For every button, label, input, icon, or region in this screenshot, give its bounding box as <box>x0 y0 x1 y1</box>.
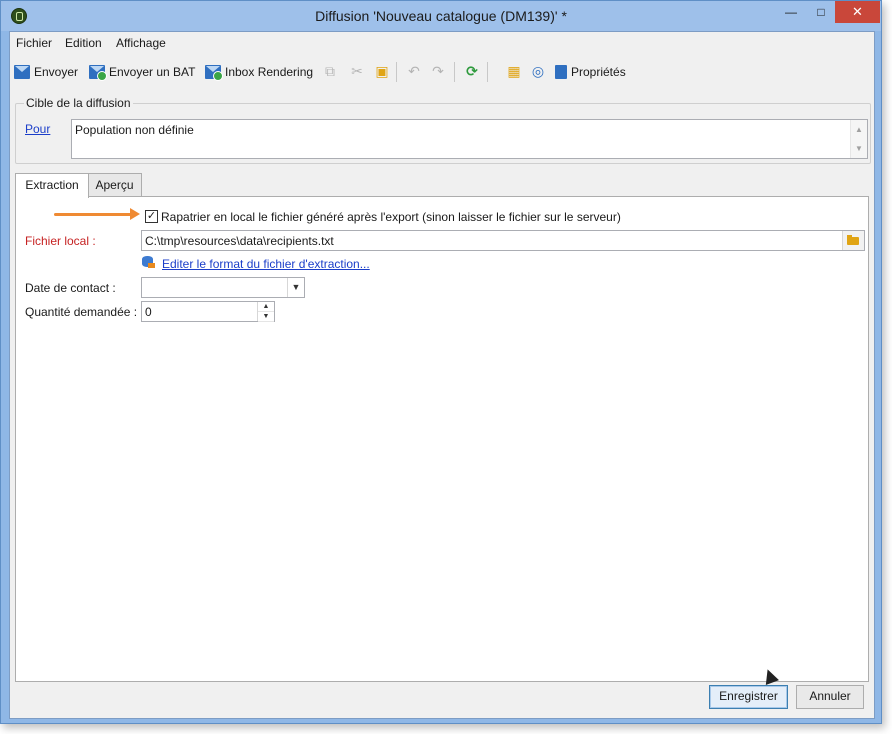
send-button[interactable]: Envoyer <box>14 63 78 81</box>
retrieve-local-label: Rapatrier en local le fichier généré apr… <box>161 210 621 224</box>
maximize-button[interactable]: □ <box>807 1 835 23</box>
folder-icon[interactable] <box>842 231 864 250</box>
spin-down-icon[interactable]: ▼ <box>258 312 274 322</box>
local-file-value: C:\tmp\resources\data\recipients.txt <box>145 234 334 248</box>
toolbar: Envoyer Envoyer un BAT Inbox Rendering ⧉… <box>10 56 874 86</box>
title-bar[interactable]: Diffusion 'Nouveau catalogue (DM139)' * … <box>1 1 881 31</box>
chevron-down-icon[interactable]: ▼ <box>287 278 304 297</box>
orange-arrow <box>54 208 140 220</box>
close-button[interactable]: ✕ <box>835 1 880 23</box>
save-button[interactable]: Enregistrer <box>709 685 788 709</box>
envelope-icon <box>14 65 30 79</box>
minimize-button[interactable]: — <box>777 1 805 23</box>
inbox-rendering-label: Inbox Rendering <box>225 65 314 79</box>
window: Diffusion 'Nouveau catalogue (DM139)' * … <box>0 0 882 724</box>
send-bat-label: Envoyer un BAT <box>109 65 196 79</box>
cancel-button[interactable]: Annuler <box>796 685 864 709</box>
spin-buttons[interactable]: ▲ ▼ <box>257 302 274 322</box>
menu-edition[interactable]: Edition <box>65 36 102 50</box>
contact-date-label: Date de contact : <box>25 281 116 295</box>
scroll-down-icon[interactable]: ▼ <box>851 139 867 158</box>
edit-format-link[interactable]: Editer le format du fichier d'extraction… <box>162 257 370 271</box>
spin-up-icon[interactable]: ▲ <box>258 302 274 312</box>
redo-icon[interactable]: ↷ <box>431 64 445 78</box>
contact-date-combo[interactable]: ▼ <box>141 277 305 298</box>
properties-label: Propriétés <box>571 65 626 79</box>
send-bat-button[interactable]: Envoyer un BAT <box>89 63 195 81</box>
cut-icon[interactable]: ✂ <box>350 64 364 78</box>
toolbar-separator <box>487 62 488 82</box>
paste-icon[interactable]: ▣ <box>375 64 389 78</box>
refresh-icon[interactable]: ⟳ <box>465 64 479 78</box>
tab-apercu[interactable]: Aperçu <box>87 173 142 197</box>
envelope-check-icon <box>89 65 107 81</box>
extraction-panel: ✓ Rapatrier en local le fichier généré a… <box>15 196 869 682</box>
tracking-icon[interactable]: ◎ <box>531 64 545 78</box>
tab-extraction[interactable]: Extraction <box>15 173 89 198</box>
menu-fichier[interactable]: Fichier <box>16 36 52 50</box>
population-textarea[interactable]: Population non définie ▲ ▼ <box>71 119 868 159</box>
inbox-rendering-icon <box>205 65 223 81</box>
window-title: Diffusion 'Nouveau catalogue (DM139)' * <box>315 8 567 24</box>
target-legend: Cible de la diffusion <box>24 96 133 110</box>
retrieve-local-checkbox[interactable]: ✓ <box>145 210 158 223</box>
target-fieldset: Cible de la diffusion Pour Population no… <box>15 96 871 164</box>
toolbar-separator <box>454 62 455 82</box>
local-file-input[interactable]: C:\tmp\resources\data\recipients.txt <box>141 230 865 251</box>
toolbar-separator <box>396 62 397 82</box>
quantity-value: 0 <box>145 305 152 319</box>
menu-bar: Fichier Edition Affichage <box>10 32 874 54</box>
properties-button[interactable]: Propriétés <box>555 63 626 81</box>
population-text: Population non définie <box>75 123 194 137</box>
send-label: Envoyer <box>34 65 79 79</box>
clipboard-icon <box>555 65 567 79</box>
gift-icon[interactable]: ▦ <box>507 64 521 78</box>
database-edit-icon <box>141 255 155 269</box>
copy-icon[interactable]: ⧉ <box>323 64 337 78</box>
quantity-label: Quantité demandée : <box>25 305 138 319</box>
undo-icon[interactable]: ↶ <box>407 64 421 78</box>
scroll-up-icon[interactable]: ▲ <box>851 120 867 139</box>
quantity-stepper[interactable]: 0 ▲ ▼ <box>141 301 275 322</box>
client-area: Fichier Edition Affichage Envoyer Envoye… <box>9 31 875 719</box>
menu-affichage[interactable]: Affichage <box>116 36 166 50</box>
pour-link[interactable]: Pour <box>25 122 50 136</box>
textarea-scrollbar[interactable]: ▲ ▼ <box>850 120 867 158</box>
inbox-rendering-button[interactable]: Inbox Rendering <box>205 63 313 81</box>
local-file-label: Fichier local : <box>25 234 96 248</box>
